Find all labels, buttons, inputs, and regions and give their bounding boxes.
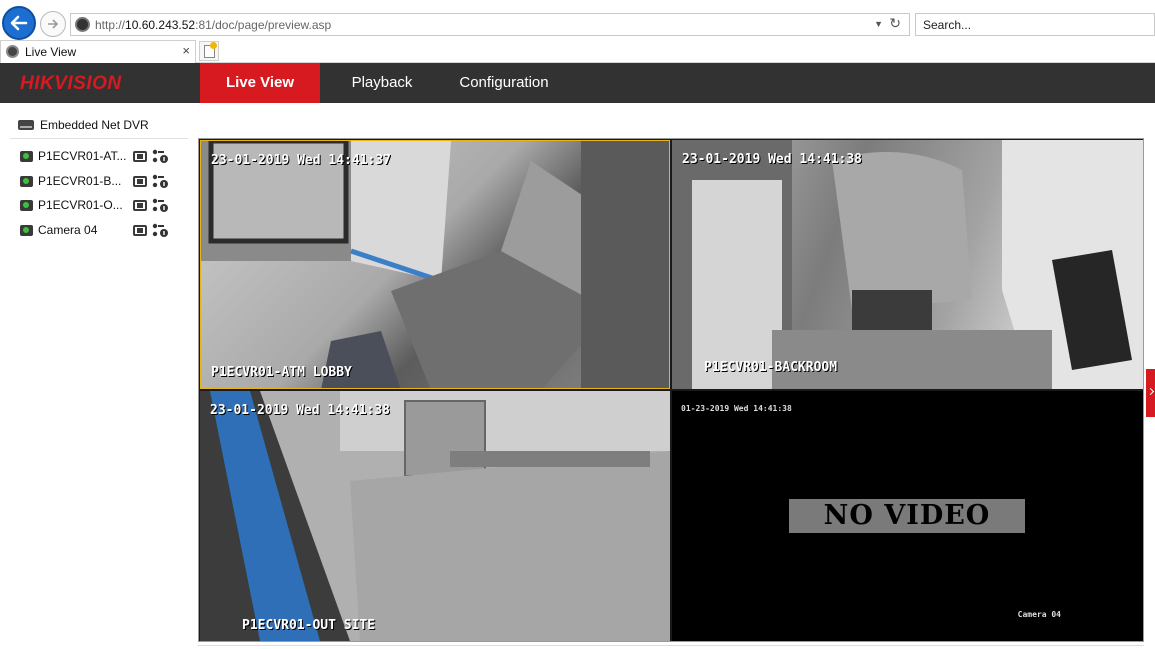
divider [10,138,188,139]
ptz-control-icon[interactable] [152,223,168,238]
camera-icon [20,200,33,211]
tile-timestamp: 23-01-2019 Wed 14:41:37 [211,153,392,168]
refresh-icon[interactable]: ↻ [889,15,901,32]
nav-playback[interactable]: Playback [322,63,442,103]
camera-sidebar: Embedded Net DVR P1ECVR01-AT... P1ECVR01… [0,103,196,649]
video-tile-atm-lobby[interactable]: 23-01-2019 Wed 14:41:37 P1ECVR01-ATM LOB… [200,140,670,389]
video-tile-backroom[interactable]: 23-01-2019 Wed 14:41:38 P1ECVR01-BACKROO… [672,140,1143,389]
video-tile-camera-04[interactable]: 01-23-2019 Wed 14:41:38 NO VIDEO Camera … [672,391,1143,641]
url-field[interactable]: http://10.60.243.52:81/doc/page/preview.… [70,13,910,36]
camera-label: P1ECVR01-O... [38,198,123,212]
back-button[interactable] [2,6,36,40]
tile-timestamp: 23-01-2019 Wed 14:41:38 [210,403,391,418]
search-placeholder: Search... [923,18,972,32]
forward-button[interactable] [40,11,66,37]
tab-close-icon[interactable]: × [182,43,190,58]
tab-title: Live View [25,45,77,59]
record-icon[interactable] [133,151,147,162]
tab-live-view[interactable]: Live View × [0,40,196,63]
tile-camera-name: P1ECVR01-OUT SITE [242,618,376,633]
device-label: Embedded Net DVR [40,118,149,132]
dvr-icon [18,120,34,130]
tile-camera-name: P1ECVR01-ATM LOBBY [211,365,352,380]
browser-address-bar: http://10.60.243.52:81/doc/page/preview.… [0,0,1155,44]
arrow-left-icon [10,15,28,31]
divider [198,645,1144,646]
search-input[interactable]: Search... [915,13,1155,36]
camera-item-1[interactable]: P1ECVR01-AT... [20,148,180,166]
record-icon[interactable] [133,176,147,187]
video-tile-out-site[interactable]: 23-01-2019 Wed 14:41:38 P1ECVR01-OUT SIT… [200,391,670,641]
camera-label: P1ECVR01-B... [38,174,122,188]
video-grid: 23-01-2019 Wed 14:41:37 P1ECVR01-ATM LOB… [198,138,1144,642]
tile-timestamp: 01-23-2019 Wed 14:41:38 [681,404,792,413]
camera-icon [20,151,33,162]
tab-favicon-icon [6,45,19,58]
record-icon[interactable] [133,200,147,211]
no-video-label: NO VIDEO [789,499,1025,533]
camera-icon [20,225,33,236]
camera-icon [20,176,33,187]
brand-logo: HIKVISION [20,73,122,94]
browser-tab-bar: Live View × [0,40,1155,63]
video-frame-image [201,141,669,388]
site-favicon-icon [75,17,90,32]
camera-label: P1ECVR01-AT... [38,149,127,163]
tile-camera-name: Camera 04 [1017,610,1061,619]
nav-configuration[interactable]: Configuration [444,63,564,103]
ptz-control-icon[interactable] [152,174,168,189]
new-tab-button[interactable] [199,41,219,61]
nav-live-view[interactable]: Live View [200,63,320,103]
camera-item-3[interactable]: P1ECVR01-O... [20,197,180,215]
video-frame-image [672,140,1143,389]
ptz-control-icon[interactable] [152,149,168,164]
url-text: http://10.60.243.52:81/doc/page/preview.… [95,18,332,32]
arrow-right-icon [48,19,59,29]
url-dropdown-icon[interactable]: ▼ [874,19,883,29]
new-tab-star-icon [210,42,217,49]
expand-panel-handle[interactable] [1146,369,1155,417]
app-header: HIKVISION Live View Playback Configurati… [0,63,1155,103]
camera-label: Camera 04 [38,223,98,237]
ptz-control-icon[interactable] [152,198,168,213]
camera-item-2[interactable]: P1ECVR01-B... [20,173,180,191]
video-frame-image [200,391,670,641]
record-icon[interactable] [133,225,147,236]
tile-camera-name: P1ECVR01-BACKROOM [704,360,838,375]
camera-item-4[interactable]: Camera 04 [20,222,180,240]
tile-timestamp: 23-01-2019 Wed 14:41:38 [682,152,863,167]
